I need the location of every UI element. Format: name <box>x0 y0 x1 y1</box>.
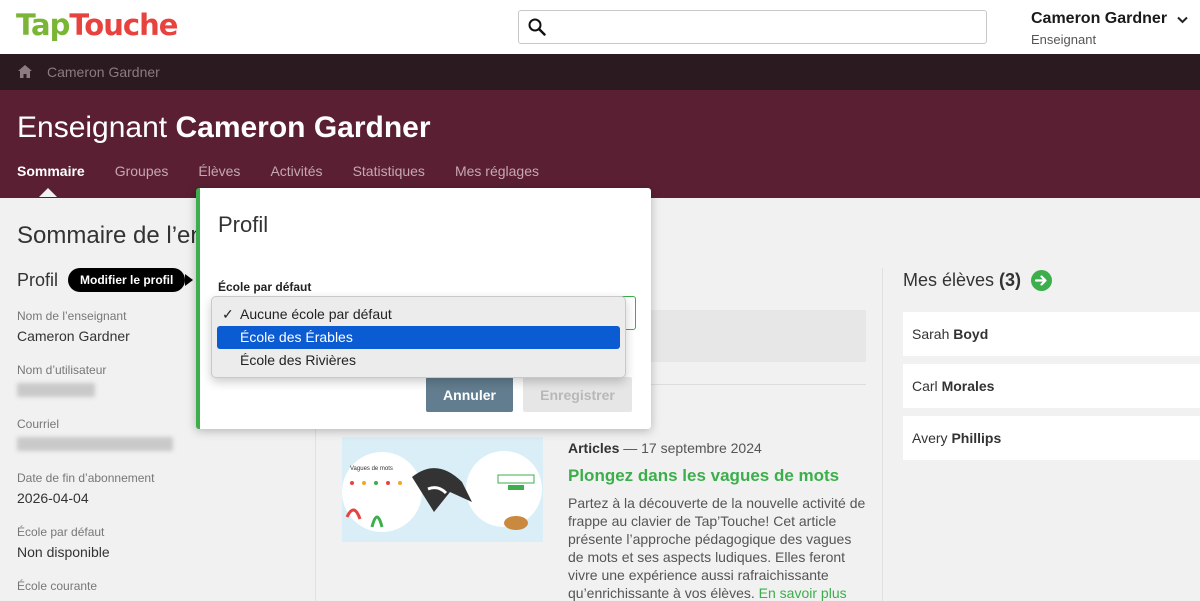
school-option[interactable]: École des Rivières <box>217 349 620 372</box>
field-subscription-end: Date de fin d’abonnement 2026-04-04 <box>17 471 154 506</box>
tab-eleves[interactable]: Élèves <box>198 163 240 179</box>
search-box[interactable] <box>518 10 987 44</box>
page-title-heading: Enseignant Cameron Gardner <box>17 111 431 145</box>
field-label: École courante <box>17 579 98 593</box>
tab-groupes[interactable]: Groupes <box>115 163 169 179</box>
student-row[interactable]: Avery Phillips <box>903 416 1200 464</box>
students-count: (3) <box>999 270 1022 290</box>
thumbnail-title: Vagues de mots <box>350 466 393 472</box>
taptouche-logo[interactable]: TapTouche <box>16 8 178 42</box>
students-header: Mes élèves (3) <box>903 270 1053 291</box>
top-header: TapTouche Cameron Gardner Enseignant <box>0 0 1200 54</box>
user-role: Enseignant <box>1031 32 1097 47</box>
field-value: 2026-04-04 <box>17 490 89 506</box>
article-date: 17 septembre 2024 <box>641 440 762 456</box>
field-current-school: École courante <box>17 579 97 593</box>
title-name: Cameron Gardner <box>175 111 431 144</box>
field-email: Courriel <box>17 417 173 456</box>
student-first-name: Avery <box>912 430 948 446</box>
breadcrumb: Cameron Gardner <box>0 54 1200 90</box>
checkmark-icon: ✓ <box>222 306 234 322</box>
tab-statistiques[interactable]: Statistiques <box>353 163 425 179</box>
school-dropdown-list: ✓ Aucune école par défaut École des Érab… <box>211 296 626 378</box>
content-placeholder <box>630 310 866 362</box>
student-row[interactable]: Carl Morales <box>903 364 1200 412</box>
field-teacher-name: Nom de l’enseignant Cameron Gardner <box>17 309 130 344</box>
field-label: Date de fin d’abonnement <box>17 471 155 485</box>
default-school-label: École par défaut <box>218 280 312 294</box>
save-button[interactable]: Enregistrer <box>523 377 632 412</box>
user-name: Cameron Gardner <box>1031 10 1168 27</box>
article-illustration: Vagues de mots <box>342 437 543 542</box>
logo-part2: Touche <box>69 8 178 42</box>
meta-separator: — <box>619 440 642 456</box>
search-icon <box>528 18 546 36</box>
school-option-highlighted[interactable]: École des Érables <box>217 326 620 349</box>
home-icon[interactable] <box>17 64 33 79</box>
section-title: Sommaire de l’ens <box>17 222 216 249</box>
field-default-school: École par défaut Non disponible <box>17 525 110 560</box>
field-label: Courriel <box>17 417 60 431</box>
field-value: Cameron Gardner <box>17 328 130 344</box>
column-divider <box>882 268 883 601</box>
edit-profile-button[interactable]: Modifier le profil <box>68 268 194 292</box>
tab-bar: Sommaire Groupes Élèves Activités Statis… <box>17 163 569 197</box>
field-label: Nom de l’enseignant <box>17 309 127 323</box>
cancel-button[interactable]: Annuler <box>426 377 513 412</box>
field-label: École par défaut <box>17 525 105 539</box>
arrow-right-icon[interactable] <box>1031 270 1053 291</box>
field-label: Nom d’utilisateur <box>17 363 107 377</box>
article-body: Partez à la découverte de la nouvelle ac… <box>568 494 870 601</box>
school-option[interactable]: ✓ Aucune école par défaut <box>217 303 620 326</box>
tab-mes-reglages[interactable]: Mes réglages <box>455 163 539 179</box>
article-meta: Articles — 17 septembre 2024 <box>568 440 762 456</box>
title-prefix: Enseignant <box>17 111 168 144</box>
modal-title: Profil <box>218 212 269 237</box>
option-label: École des Érables <box>240 329 353 345</box>
redacted-value <box>17 383 95 397</box>
profile-label: Profil <box>17 269 59 290</box>
logo-part1: Tap <box>16 8 70 42</box>
student-first-name: Carl <box>912 378 938 394</box>
student-last-name: Boyd <box>953 326 989 342</box>
read-more-link[interactable]: En savoir plus <box>759 585 847 601</box>
field-value: Non disponible <box>17 544 110 560</box>
breadcrumb-item[interactable]: Cameron Gardner <box>47 64 160 80</box>
tab-activites[interactable]: Activités <box>270 163 322 179</box>
user-menu[interactable]: Cameron Gardner Enseignant <box>1031 10 1191 47</box>
student-last-name: Morales <box>941 378 995 394</box>
article-thumbnail[interactable]: Vagues de mots <box>342 437 543 542</box>
field-username: Nom d’utilisateur <box>17 363 106 402</box>
students-title: Mes élèves <box>903 270 995 290</box>
student-last-name: Phillips <box>951 430 1002 446</box>
student-row[interactable]: Sarah Boyd <box>903 312 1200 360</box>
page-hero: Enseignant Cameron Gardner Sommaire Grou… <box>0 90 1200 198</box>
redacted-value <box>17 437 173 451</box>
article-category: Articles <box>568 440 620 456</box>
search-input[interactable] <box>555 15 975 39</box>
article-title[interactable]: Plongez dans les vagues de mots <box>568 466 839 486</box>
student-first-name: Sarah <box>912 326 950 342</box>
option-label: Aucune école par défaut <box>240 306 392 322</box>
chevron-down-icon[interactable] <box>1177 12 1188 27</box>
tab-sommaire[interactable]: Sommaire <box>17 163 85 197</box>
profile-header: Profil Modifier le profil <box>17 268 194 292</box>
option-label: École des Rivières <box>240 352 356 368</box>
